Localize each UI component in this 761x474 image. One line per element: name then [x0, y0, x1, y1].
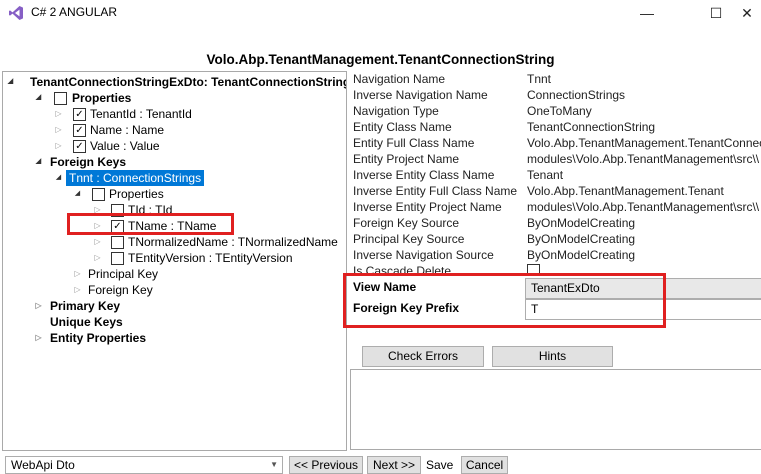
property-row: Inverse Entity Project Name modules\Volo.… [350, 199, 761, 215]
template-select[interactable]: WebApi Dto ▼ [5, 456, 283, 474]
property-value: Volo.Abp.TenantManagement.TenantConnec [527, 136, 761, 150]
property-row: Entity Class Name TenantConnectionString [350, 119, 761, 135]
tree-node-label: Unique Keys [50, 315, 123, 329]
collapse-arrow-icon[interactable]: ◢ [54, 170, 63, 186]
tree-node-label: Properties [72, 91, 132, 105]
expand-arrow-icon[interactable]: ▷ [73, 282, 82, 298]
property-row: Inverse Navigation Source ByOnModelCreati… [350, 247, 761, 263]
window-title: C# 2 ANGULAR [31, 5, 118, 19]
checkbox[interactable] [111, 236, 124, 249]
tree-node-label: Principal Key [88, 267, 159, 281]
property-row: Entity Project Name modules\Volo.Abp.Tena… [350, 151, 761, 167]
checkbox-checked[interactable]: ✓ [73, 108, 86, 121]
property-value: Volo.Abp.TenantManagement.Tenant [527, 184, 724, 198]
property-name: Foreign Key Source [353, 216, 460, 230]
property-name: Navigation Name [353, 72, 446, 86]
expand-arrow-icon[interactable]: ▷ [54, 122, 63, 138]
tree-node-label: TEntityVersion : TEntityVersion [128, 251, 293, 265]
property-value: Tnnt [527, 72, 552, 86]
annotation-highlight-box [343, 273, 666, 328]
expand-arrow-icon[interactable]: ▷ [54, 106, 63, 122]
expand-arrow-icon[interactable]: ▷ [54, 138, 63, 154]
annotation-highlight-box [67, 213, 234, 235]
result-textarea[interactable] [350, 369, 761, 450]
panel-title: Volo.Abp.TenantManagement.TenantConnecti… [206, 52, 555, 67]
property-value: TenantConnectionString [527, 120, 656, 134]
tree-node-label: Primary Key [50, 299, 121, 313]
collapse-arrow-icon[interactable]: ◢ [34, 90, 43, 106]
cancel-button[interactable]: Cancel [461, 456, 508, 474]
checkbox[interactable] [54, 92, 67, 105]
check-errors-button[interactable]: Check Errors [362, 346, 484, 367]
tree-root-label: TenantConnectionStringExDto: TenantConne… [30, 75, 347, 89]
property-row: Foreign Key Source ByOnModelCreating [350, 215, 761, 231]
collapse-arrow-icon[interactable]: ◢ [34, 154, 43, 170]
collapse-arrow-icon[interactable]: ◢ [6, 74, 15, 90]
tree-node-label: Foreign Keys [50, 155, 127, 169]
entity-tree[interactable]: ◢ TenantConnectionStringExDto: TenantCon… [2, 71, 347, 451]
property-value: modules\Volo.Abp.TenantManagement\src\\ [527, 200, 760, 214]
template-select-value: WebApi Dto [11, 458, 75, 472]
tree-node-label-selected: Tnnt : ConnectionStrings [66, 170, 205, 186]
expand-arrow-icon[interactable]: ▷ [73, 266, 82, 282]
checkbox-checked[interactable]: ✓ [73, 140, 86, 153]
property-row: Inverse Entity Full Class Name Volo.Abp.T… [350, 183, 761, 199]
tree-node-label: Properties [109, 187, 164, 201]
property-value: OneToMany [527, 104, 592, 118]
tree-node-label: TenantId : TenantId [90, 107, 192, 121]
tree-node-label: TNormalizedName : TNormalizedName [128, 235, 338, 249]
property-row: Inverse Navigation Name ConnectionStrings [350, 87, 761, 103]
expand-arrow-icon[interactable]: ▷ [93, 250, 102, 266]
previous-button[interactable]: << Previous [289, 456, 363, 474]
property-name: Entity Project Name [353, 152, 460, 166]
property-value: modules\Volo.Abp.TenantManagement\src\\ [527, 152, 760, 166]
property-name: Inverse Navigation Source [353, 248, 494, 262]
property-value: ByOnModelCreating [527, 232, 636, 246]
checkbox-checked[interactable]: ✓ [73, 124, 86, 137]
property-name: Inverse Entity Class Name [353, 168, 495, 182]
expand-arrow-icon[interactable]: ▷ [34, 298, 43, 314]
expand-arrow-icon[interactable]: ▷ [34, 330, 43, 346]
property-value: ByOnModelCreating [527, 248, 636, 262]
visual-studio-icon [9, 6, 23, 20]
property-row: Inverse Entity Class Name Tenant [350, 167, 761, 183]
property-name: Navigation Type [353, 104, 439, 118]
property-name: Inverse Navigation Name [353, 88, 488, 102]
save-button[interactable]: Save [426, 458, 453, 472]
property-row: Navigation Name Tnnt [350, 71, 761, 87]
tree-node-label: Value : Value [90, 139, 160, 153]
property-value: Tenant [527, 168, 564, 182]
property-grid: Navigation Name Tnnt Inverse Navigation N… [350, 71, 761, 276]
collapse-arrow-icon[interactable]: ◢ [73, 186, 82, 202]
property-row: Principal Key Source ByOnModelCreating [350, 231, 761, 247]
hints-button[interactable]: Hints [492, 346, 613, 367]
tree-node-label: Entity Properties [50, 331, 147, 345]
property-name: Entity Class Name [353, 120, 452, 134]
close-button[interactable]: ✕ [733, 0, 761, 26]
property-name: Inverse Entity Full Class Name [353, 184, 518, 198]
minimize-button[interactable]: — [624, 0, 670, 26]
checkbox[interactable] [92, 188, 105, 201]
checkbox[interactable] [111, 252, 124, 265]
property-value: ByOnModelCreating [527, 216, 636, 230]
property-name: Principal Key Source [353, 232, 465, 246]
property-row: Entity Full Class Name Volo.Abp.TenantMan… [350, 135, 761, 151]
chevron-down-icon: ▼ [270, 460, 278, 469]
property-name: Inverse Entity Project Name [353, 200, 502, 214]
tree-node-label: Foreign Key [88, 283, 153, 297]
property-value: ConnectionStrings [527, 88, 626, 102]
next-button[interactable]: Next >> [367, 456, 421, 474]
expand-arrow-icon[interactable]: ▷ [93, 234, 102, 250]
property-name: Entity Full Class Name [353, 136, 475, 150]
tree-node-label: Name : Name [90, 123, 165, 137]
property-row: Navigation Type OneToMany [350, 103, 761, 119]
